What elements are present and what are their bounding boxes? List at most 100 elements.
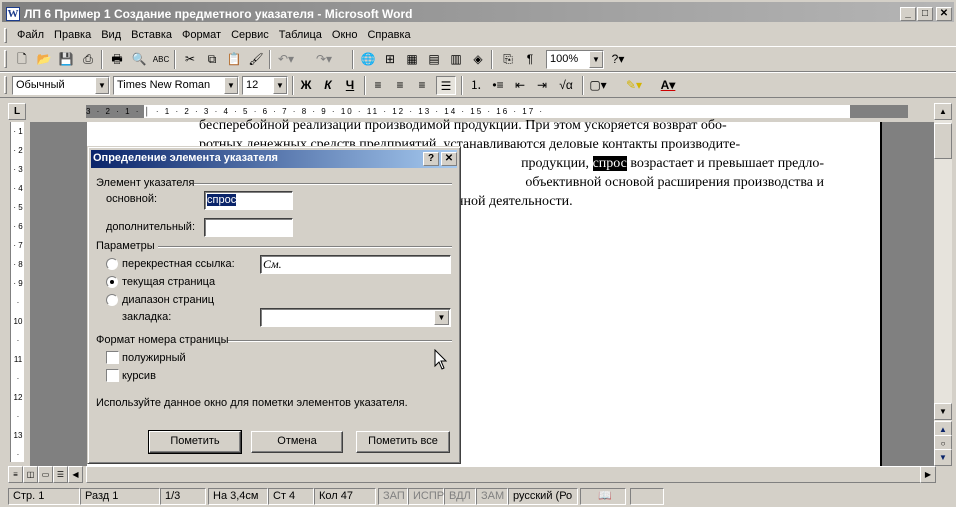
vertical-ruler[interactable]: · 1 · 2 · 3 · 4 · 5 · 6 · 7 · 8 · 9 · 10…: [10, 122, 24, 462]
bullets-icon[interactable]: •≡: [488, 76, 508, 95]
undo-icon[interactable]: ↶▾: [276, 50, 296, 69]
justify-icon[interactable]: ☰: [436, 76, 456, 95]
insert-excel-icon[interactable]: ▤: [424, 50, 444, 69]
page-range-radio[interactable]: [106, 294, 118, 306]
underline-button[interactable]: Ч: [340, 76, 360, 95]
paste-icon[interactable]: 📋: [224, 50, 244, 69]
show-hide-icon[interactable]: ¶: [520, 50, 540, 69]
page-range-label[interactable]: диапазон страниц: [122, 294, 214, 306]
crossref-field[interactable]: См.: [260, 255, 451, 274]
align-left-icon[interactable]: ≡: [368, 76, 388, 95]
columns-icon[interactable]: ▥: [446, 50, 466, 69]
cut-icon[interactable]: ✂: [180, 50, 200, 69]
menu-insert[interactable]: Вставка: [126, 28, 177, 42]
numbering-icon[interactable]: ⒈: [466, 76, 486, 95]
scroll-left-icon[interactable]: ◀: [68, 466, 83, 483]
scroll-thumb-horizontal[interactable]: [86, 466, 934, 483]
print-layout-icon[interactable]: ▭: [38, 466, 53, 483]
open-folder-icon[interactable]: 📂: [34, 50, 54, 69]
bold-button[interactable]: Ж: [296, 76, 316, 95]
menu-file[interactable]: Файл: [12, 28, 49, 42]
increase-indent-icon[interactable]: ⇥: [532, 76, 552, 95]
current-page-radio[interactable]: [106, 276, 118, 288]
horizontal-scrollbar[interactable]: ▶: [86, 466, 936, 483]
format-painter-icon[interactable]: 🖌: [246, 50, 266, 69]
close-button[interactable]: ✕: [936, 7, 952, 21]
scroll-down-icon[interactable]: ▼: [934, 403, 952, 420]
menu-view[interactable]: Вид: [96, 28, 126, 42]
chevron-down-icon[interactable]: ▼: [434, 310, 449, 325]
insert-table-icon[interactable]: ▦: [402, 50, 422, 69]
status-extend[interactable]: ВДЛ: [444, 488, 476, 505]
decrease-indent-icon[interactable]: ⇤: [510, 76, 530, 95]
font-size-combo[interactable]: 12 ▼: [242, 76, 288, 95]
permission-icon[interactable]: ⎙: [78, 50, 98, 69]
bold-checkbox[interactable]: [106, 351, 119, 364]
word-app-icon[interactable]: W: [6, 7, 20, 21]
print-preview-icon[interactable]: 🔍: [129, 50, 149, 69]
menu-tools[interactable]: Сервис: [226, 28, 274, 42]
menu-format[interactable]: Формат: [177, 28, 226, 42]
status-record[interactable]: ЗАП: [378, 488, 408, 505]
font-combo[interactable]: Times New Roman ▼: [113, 76, 239, 95]
help-icon[interactable]: ?: [423, 152, 439, 166]
copy-icon[interactable]: ⧉: [202, 50, 222, 69]
dialog-title-bar[interactable]: Определение элемента указателя ? ✕: [91, 150, 457, 168]
main-entry-field[interactable]: спрос: [204, 191, 293, 210]
current-page-label[interactable]: текущая страница: [122, 276, 215, 288]
status-language[interactable]: русский (Ро: [508, 488, 578, 505]
document-map-icon[interactable]: ⎘: [498, 50, 518, 69]
help-icon[interactable]: ?▾: [608, 50, 628, 69]
italic-checkbox-label[interactable]: курсив: [122, 370, 156, 382]
hyperlink-icon[interactable]: 🌐: [358, 50, 378, 69]
menu-table[interactable]: Таблица: [274, 28, 327, 42]
minimize-button[interactable]: _: [900, 7, 916, 21]
print-icon[interactable]: 🖶: [107, 50, 127, 69]
outline-view-icon[interactable]: ☰: [53, 466, 68, 483]
italic-button[interactable]: К: [318, 76, 338, 95]
zoom-combo[interactable]: 100% ▼: [546, 50, 604, 69]
status-overtype[interactable]: ЗАМ: [476, 488, 508, 505]
scroll-thumb[interactable]: [934, 123, 952, 159]
chevron-down-icon[interactable]: ▼: [273, 77, 287, 94]
menu-edit[interactable]: Правка: [49, 28, 96, 42]
toolbar-grip[interactable]: [4, 76, 7, 94]
close-icon[interactable]: ✕: [441, 152, 457, 166]
chevron-down-icon[interactable]: ▼: [95, 77, 109, 94]
normal-view-icon[interactable]: ≡: [8, 466, 23, 483]
scroll-right-icon[interactable]: ▶: [920, 466, 936, 483]
tab-selector[interactable]: L: [8, 103, 26, 120]
chevron-down-icon[interactable]: ▼: [589, 51, 603, 68]
cancel-button[interactable]: Отмена: [251, 431, 343, 453]
web-view-icon[interactable]: ◫: [23, 466, 38, 483]
menu-help[interactable]: Справка: [362, 28, 415, 42]
tables-borders-icon[interactable]: ⊞: [380, 50, 400, 69]
italic-checkbox[interactable]: [106, 369, 119, 382]
next-page-icon[interactable]: ▼: [934, 449, 952, 466]
status-track-changes[interactable]: ИСПР: [408, 488, 444, 505]
toolbar-grip[interactable]: [4, 50, 7, 68]
title-bar-caption[interactable]: W ЛП 6 Пример 1 Создание предметного ука…: [2, 2, 954, 22]
maximize-button[interactable]: □: [917, 7, 933, 21]
new-document-icon[interactable]: 🗋: [12, 50, 32, 69]
spelling-icon[interactable]: ABC: [151, 50, 171, 69]
align-right-icon[interactable]: ≡: [412, 76, 432, 95]
crossref-label[interactable]: перекрестная ссылка:: [122, 258, 235, 270]
scroll-up-icon[interactable]: ▲: [934, 103, 952, 120]
equation-icon[interactable]: √α: [556, 76, 576, 95]
redo-icon[interactable]: ↷▾: [314, 50, 334, 69]
highlight-icon[interactable]: ✎▾: [624, 76, 644, 95]
bookmark-select[interactable]: ▼: [260, 308, 451, 327]
drawing-icon[interactable]: ◈: [468, 50, 488, 69]
align-center-icon[interactable]: ≡: [390, 76, 410, 95]
mark-button[interactable]: Пометить: [148, 430, 242, 454]
borders-icon[interactable]: ▢▾: [588, 76, 608, 95]
selected-word[interactable]: спрос: [592, 156, 627, 171]
mark-all-button[interactable]: Пометить все: [356, 431, 450, 453]
chevron-down-icon[interactable]: ▼: [224, 77, 238, 94]
crossref-radio[interactable]: [106, 258, 118, 270]
bold-checkbox-label[interactable]: полужирный: [122, 352, 186, 364]
font-color-icon[interactable]: A▾: [658, 76, 678, 95]
menu-window[interactable]: Окно: [327, 28, 363, 42]
spelling-status-icon[interactable]: 📖: [580, 488, 626, 505]
